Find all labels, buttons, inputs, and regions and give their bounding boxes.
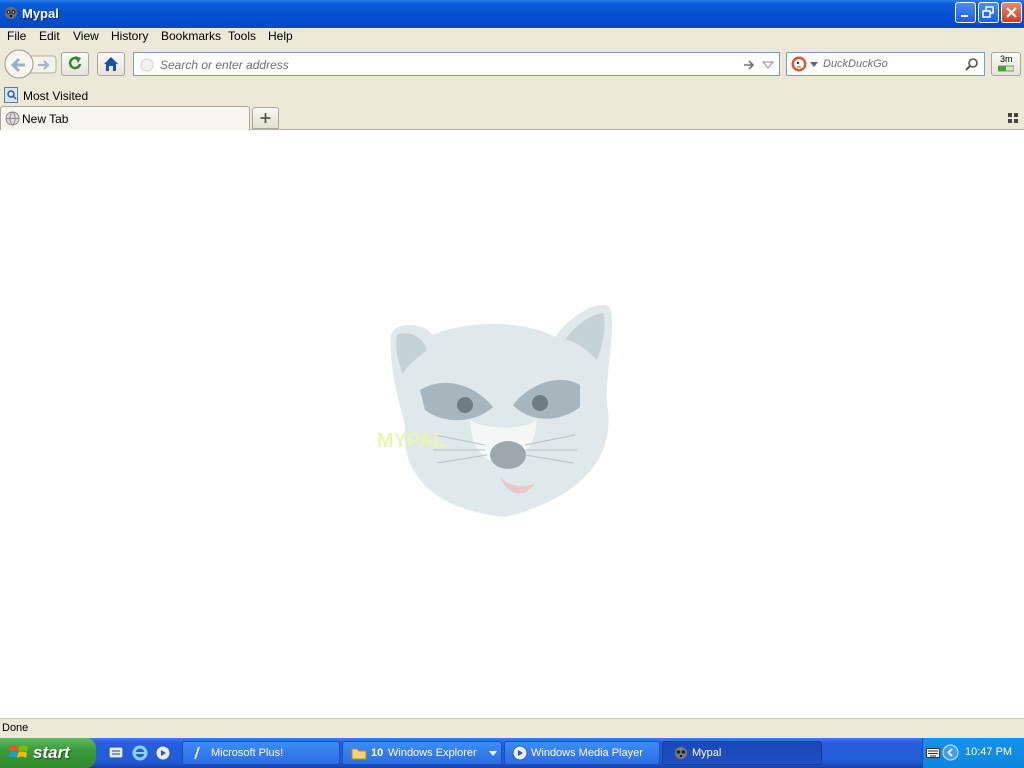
minimize-icon (961, 15, 968, 17)
bookmark-most-visited[interactable]: Most Visited (3, 86, 93, 104)
show-desktop-icon[interactable] (108, 745, 124, 761)
menu-view[interactable]: View (73, 29, 99, 43)
show-hidden-icons-icon[interactable] (942, 744, 959, 761)
address-bar[interactable]: Search or enter address (133, 52, 780, 76)
microsoft-plus-icon (194, 746, 200, 760)
taskbar-item-mypal[interactable]: Mypal (662, 741, 822, 765)
tab-label: New Tab (22, 112, 69, 126)
taskbar-item-label: Windows Explorer (388, 747, 477, 759)
restore-icon (982, 6, 994, 18)
internet-explorer-icon[interactable] (132, 745, 148, 761)
reload-icon (68, 56, 82, 70)
menu-edit[interactable]: Edit (39, 29, 60, 43)
go-arrow-icon[interactable] (742, 58, 756, 72)
bookmarks-toolbar: Most Visited (0, 84, 1024, 106)
media-player-launch-icon[interactable] (155, 745, 171, 761)
page-globe-icon (140, 58, 154, 72)
minimize-button[interactable] (955, 2, 976, 23)
raccoon-app-icon (5, 7, 17, 19)
home-button[interactable] (97, 52, 125, 76)
taskbar-item-windows-explorer[interactable]: 10 Windows Explorer (342, 741, 502, 765)
taskbar-item-label: Mypal (692, 747, 722, 759)
tab-strip: New Tab (0, 106, 1024, 130)
close-icon (1006, 7, 1017, 18)
search-bar[interactable]: DuckDuckGo (786, 52, 985, 76)
address-placeholder: Search or enter address (160, 58, 289, 72)
taskbar-item-microsoft-plus[interactable]: Microsoft Plus! (182, 741, 340, 765)
restore-button[interactable] (978, 2, 999, 23)
menu-file[interactable]: File (7, 29, 26, 43)
system-tray: 10:47 PM (922, 738, 1024, 768)
new-tab-button[interactable] (252, 107, 279, 129)
menu-bookmarks[interactable]: Bookmarks (161, 29, 221, 43)
window-title: Mypal (22, 6, 59, 21)
navigation-toolbar: Search or enter address DuckDuckGo 3m (0, 46, 1024, 84)
duckduckgo-icon[interactable] (791, 56, 807, 72)
tab-new-tab[interactable]: New Tab (0, 106, 250, 130)
smart-bookmark-icon (4, 87, 18, 103)
group-dropdown-icon[interactable] (489, 751, 497, 756)
taskbar-item-label: Windows Media Player (531, 747, 643, 759)
status-text: Done (2, 722, 29, 734)
dropdown-arrow-icon[interactable] (762, 60, 774, 70)
tab-groups-icon[interactable] (1008, 113, 1018, 123)
search-icon[interactable] (964, 57, 979, 72)
mypal-logo-text: MYPAL (377, 430, 446, 452)
menu-help[interactable]: Help (268, 29, 293, 43)
menu-tools[interactable]: Tools (228, 29, 256, 43)
status-bar: Done (0, 718, 1024, 738)
taskbar-group-count: 10 (371, 747, 384, 759)
start-button[interactable]: start (0, 738, 96, 768)
page-content: MYPAL (0, 130, 1024, 718)
engine-dropdown-icon[interactable] (810, 62, 818, 68)
home-icon (104, 57, 118, 71)
forward-arrow-icon[interactable] (36, 58, 52, 72)
download-progress-icon (998, 65, 1014, 72)
taskbar-item-label: Microsoft Plus! (211, 747, 284, 759)
close-button[interactable] (1001, 2, 1022, 23)
search-placeholder: DuckDuckGo (823, 58, 888, 70)
download-status-button[interactable]: 3m (991, 52, 1021, 76)
menu-history[interactable]: History (111, 29, 148, 43)
mypal-raccoon-logo: MYPAL (377, 304, 612, 517)
windows-logo-icon (9, 745, 28, 758)
window-titlebar[interactable]: Mypal (0, 0, 1024, 28)
menu-bar: File Edit View History Bookmarks Tools H… (0, 28, 1024, 46)
start-label: start (33, 743, 70, 762)
download-badge: 3m (1000, 54, 1013, 64)
tab-globe-icon (5, 111, 20, 126)
plus-icon (260, 113, 271, 123)
bookmark-label: Most Visited (23, 89, 89, 103)
windows-media-player-icon (512, 745, 528, 761)
raccoon-app-icon (675, 747, 687, 759)
taskbar-item-windows-media-player[interactable]: Windows Media Player (504, 741, 660, 765)
back-arrow-icon[interactable] (9, 55, 29, 75)
folder-icon (351, 748, 367, 760)
keyboard-icon[interactable] (926, 747, 940, 759)
taskbar: start Microsoft Plus! 10 Windows Explore… (0, 738, 1024, 768)
clock[interactable]: 10:47 PM (965, 746, 1012, 758)
reload-button[interactable] (61, 52, 89, 76)
